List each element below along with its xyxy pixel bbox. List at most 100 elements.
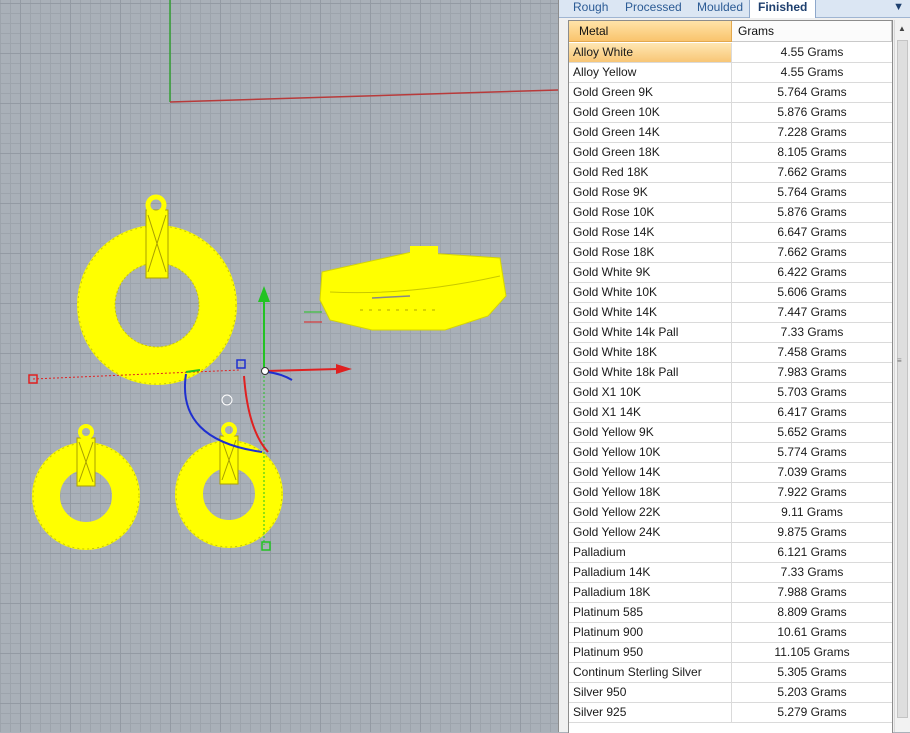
3d-viewport[interactable] xyxy=(0,0,558,732)
grams-cell[interactable]: 7.039 Grams xyxy=(732,463,892,482)
grams-cell[interactable]: 5.305 Grams xyxy=(732,663,892,682)
earring-large[interactable] xyxy=(77,194,237,385)
grams-cell[interactable]: 5.703 Grams xyxy=(732,383,892,402)
table-row[interactable]: Gold Yellow 24K 9.875 Grams xyxy=(569,523,892,543)
table-row[interactable]: Gold White 14k Pall 7.33 Grams xyxy=(569,323,892,343)
grams-cell[interactable]: 7.983 Grams xyxy=(732,363,892,382)
gizmo-scale-handle[interactable] xyxy=(236,359,246,369)
grams-cell[interactable]: 7.447 Grams xyxy=(732,303,892,322)
metal-cell[interactable]: Gold White 18k Pall xyxy=(569,363,732,382)
metal-cell[interactable]: Gold Yellow 22K xyxy=(569,503,732,522)
table-row[interactable]: Palladium 6.121 Grams xyxy=(569,543,892,563)
table-row[interactable]: Platinum 900 10.61 Grams xyxy=(569,623,892,643)
grams-cell[interactable]: 11.105 Grams xyxy=(732,643,892,662)
gizmo-x-arrow-icon[interactable] xyxy=(336,364,352,374)
grams-cell[interactable]: 8.105 Grams xyxy=(732,143,892,162)
grams-cell[interactable]: 7.33 Grams xyxy=(732,323,892,342)
grams-cell[interactable]: 4.55 Grams xyxy=(732,63,892,82)
table-row[interactable]: Gold Rose 9K 5.764 Grams xyxy=(569,183,892,203)
dropdown-arrow-icon[interactable]: ▼ xyxy=(893,1,904,13)
table-row[interactable]: Gold Rose 14K 6.647 Grams xyxy=(569,223,892,243)
table-row[interactable]: Gold Red 18K 7.662 Grams xyxy=(569,163,892,183)
grams-cell[interactable]: 7.33 Grams xyxy=(732,563,892,582)
gizmo-origin[interactable] xyxy=(261,367,269,375)
table-row[interactable]: Gold Green 10K 5.876 Grams xyxy=(569,103,892,123)
metal-cell[interactable]: Gold Yellow 10K xyxy=(569,443,732,462)
metal-cell[interactable]: Gold Green 14K xyxy=(569,123,732,142)
metal-cell[interactable]: Platinum 900 xyxy=(569,623,732,642)
earring-small-right[interactable] xyxy=(175,422,283,548)
table-row[interactable]: Gold Rose 18K 7.662 Grams xyxy=(569,243,892,263)
grams-cell[interactable]: 6.417 Grams xyxy=(732,403,892,422)
table-row[interactable]: Alloy Yellow 4.55 Grams xyxy=(569,63,892,83)
table-row[interactable]: Continum Sterling Silver 5.305 Grams xyxy=(569,663,892,683)
metal-cell[interactable]: Gold Yellow 18K xyxy=(569,483,732,502)
table-row[interactable]: Gold Yellow 14K 7.039 Grams xyxy=(569,463,892,483)
grams-cell[interactable]: 5.203 Grams xyxy=(732,683,892,702)
table-row[interactable]: Platinum 950 11.105 Grams xyxy=(569,643,892,663)
table-row[interactable]: Gold White 18K 7.458 Grams xyxy=(569,343,892,363)
gizmo-center-marker[interactable] xyxy=(221,394,233,406)
table-row[interactable]: Gold Green 14K 7.228 Grams xyxy=(569,123,892,143)
column-header-metal[interactable]: Metal xyxy=(569,21,732,42)
grams-cell[interactable]: 5.876 Grams xyxy=(732,103,892,122)
metal-cell[interactable]: Gold Green 18K xyxy=(569,143,732,162)
tab-moulded[interactable]: Moulded xyxy=(697,0,743,16)
table-row[interactable]: Palladium 18K 7.988 Grams xyxy=(569,583,892,603)
metal-cell[interactable]: Gold Yellow 24K xyxy=(569,523,732,542)
metal-cell[interactable]: Alloy Yellow xyxy=(569,63,732,82)
ring-band[interactable] xyxy=(304,246,507,331)
metal-cell[interactable]: Gold White 10K xyxy=(569,283,732,302)
grams-cell[interactable]: 7.458 Grams xyxy=(732,343,892,362)
tab-finished[interactable]: Finished xyxy=(749,0,817,18)
metal-weight-grid[interactable]: Metal Grams Alloy White 4.55 Grams Alloy Y… xyxy=(568,20,893,733)
metal-cell[interactable]: Gold Red 18K xyxy=(569,163,732,182)
table-row[interactable]: Palladium 14K 7.33 Grams xyxy=(569,563,892,583)
metal-cell[interactable]: Gold White 14k Pall xyxy=(569,323,732,342)
grams-cell[interactable]: 5.606 Grams xyxy=(732,283,892,302)
grams-cell[interactable]: 5.764 Grams xyxy=(732,183,892,202)
metal-cell[interactable]: Platinum 950 xyxy=(569,643,732,662)
table-row[interactable]: Gold Yellow 22K 9.11 Grams xyxy=(569,503,892,523)
metal-cell[interactable]: Gold X1 14K xyxy=(569,403,732,422)
metal-cell[interactable]: Palladium 18K xyxy=(569,583,732,602)
metal-cell[interactable]: Gold Yellow 9K xyxy=(569,423,732,442)
table-row[interactable]: Gold X1 14K 6.417 Grams xyxy=(569,403,892,423)
grams-cell[interactable]: 5.279 Grams xyxy=(732,703,892,722)
metal-cell[interactable]: Gold Rose 9K xyxy=(569,183,732,202)
table-row[interactable]: Gold White 9K 6.422 Grams xyxy=(569,263,892,283)
tab-rough[interactable]: Rough xyxy=(573,0,608,16)
table-row[interactable]: Gold Yellow 10K 5.774 Grams xyxy=(569,443,892,463)
table-row[interactable]: Gold Green 18K 8.105 Grams xyxy=(569,143,892,163)
grams-cell[interactable]: 10.61 Grams xyxy=(732,623,892,642)
metal-cell[interactable]: Palladium 14K xyxy=(569,563,732,582)
metal-cell[interactable]: Gold White 18K xyxy=(569,343,732,362)
metal-cell[interactable]: Palladium xyxy=(569,543,732,562)
scrollbar-thumb[interactable] xyxy=(897,40,908,718)
metal-cell[interactable]: Silver 925 xyxy=(569,703,732,722)
grams-cell[interactable]: 7.228 Grams xyxy=(732,123,892,142)
viewport-canvas[interactable] xyxy=(0,0,558,732)
table-row[interactable]: Gold Rose 10K 5.876 Grams xyxy=(569,203,892,223)
metal-cell[interactable]: Gold Green 9K xyxy=(569,83,732,102)
grams-cell[interactable]: 6.422 Grams xyxy=(732,263,892,282)
metal-cell[interactable]: Gold Yellow 14K xyxy=(569,463,732,482)
grams-cell[interactable]: 9.11 Grams xyxy=(732,503,892,522)
table-row[interactable]: Alloy White 4.55 Grams xyxy=(569,43,892,63)
grams-cell[interactable]: 7.922 Grams xyxy=(732,483,892,502)
table-row[interactable]: Silver 950 5.203 Grams xyxy=(569,683,892,703)
grams-cell[interactable]: 7.662 Grams xyxy=(732,243,892,262)
table-row[interactable]: Gold White 14K 7.447 Grams xyxy=(569,303,892,323)
metal-cell[interactable]: Gold Rose 10K xyxy=(569,203,732,222)
grams-cell[interactable]: 7.662 Grams xyxy=(732,163,892,182)
grams-cell[interactable]: 6.647 Grams xyxy=(732,223,892,242)
grams-cell[interactable]: 5.652 Grams xyxy=(732,423,892,442)
table-row[interactable]: Gold White 18k Pall 7.983 Grams xyxy=(569,363,892,383)
table-row[interactable]: Gold Green 9K 5.764 Grams xyxy=(569,83,892,103)
grams-cell[interactable]: 5.774 Grams xyxy=(732,443,892,462)
table-row[interactable]: Silver 925 5.279 Grams xyxy=(569,703,892,723)
scroll-up-arrow-icon[interactable]: ▲ xyxy=(898,24,906,33)
gizmo-y-handle[interactable] xyxy=(261,541,271,551)
grams-cell[interactable]: 5.876 Grams xyxy=(732,203,892,222)
grams-cell[interactable]: 7.988 Grams xyxy=(732,583,892,602)
